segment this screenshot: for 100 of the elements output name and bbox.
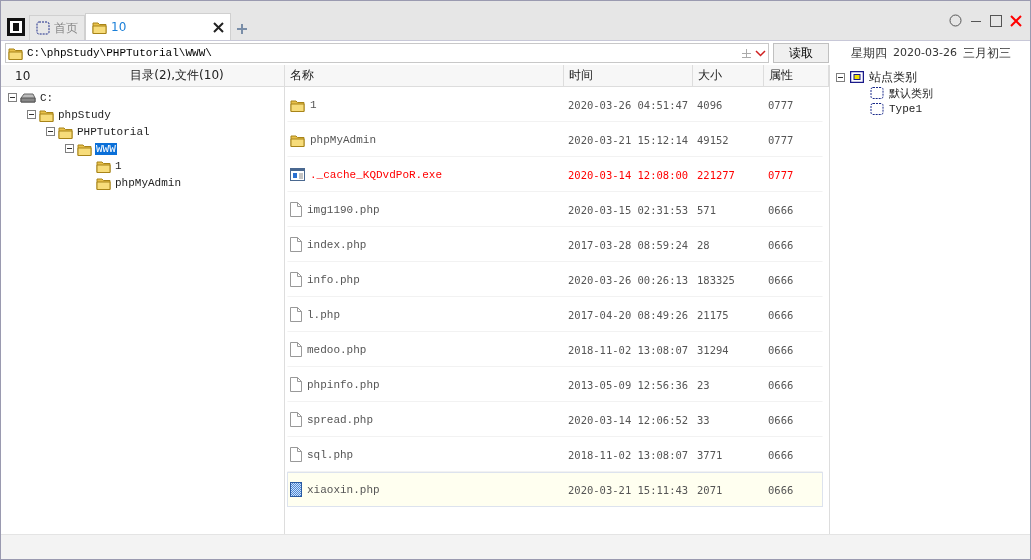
file-size: 3771 bbox=[697, 448, 723, 461]
folder-icon bbox=[39, 107, 54, 122]
tree-item[interactable]: PHPTutorial bbox=[76, 125, 151, 138]
file-size: 221277 bbox=[697, 168, 735, 181]
column-header[interactable]: 名称 bbox=[285, 65, 564, 86]
category-icon bbox=[850, 71, 864, 83]
file-size: 2071 bbox=[697, 483, 723, 496]
column-header[interactable]: 属性 bbox=[764, 65, 829, 86]
document-icon bbox=[290, 377, 302, 392]
dropdown-icon[interactable] bbox=[755, 48, 766, 58]
file-size: 183325 bbox=[697, 273, 735, 286]
document-icon bbox=[290, 447, 302, 462]
document-icon bbox=[290, 202, 302, 217]
collapse-icon[interactable] bbox=[65, 144, 74, 153]
hatched-file-icon bbox=[290, 482, 302, 497]
close-icon[interactable] bbox=[213, 21, 224, 33]
tree-item[interactable]: 默认类别 bbox=[889, 85, 933, 101]
file-row[interactable]: img1190.php 2020-03-15 02:31:53 571 0666 bbox=[287, 192, 823, 227]
read-button[interactable]: 读取 bbox=[773, 43, 829, 63]
file-attributes: 0777 bbox=[768, 98, 794, 111]
column-header[interactable]: 大小 bbox=[693, 65, 764, 86]
file-size: 33 bbox=[697, 413, 710, 426]
selected-row[interactable]: xiaoxin.php 2020-03-21 15:11:43 2071 0666 bbox=[287, 472, 823, 507]
file-row[interactable]: 1 2020-03-26 04:51:47 4096 0777 bbox=[287, 87, 823, 122]
file-row[interactable]: index.php 2017-03-28 08:59:24 28 0666 bbox=[287, 227, 823, 262]
circle-icon[interactable] bbox=[949, 14, 962, 27]
file-time: 2017-03-28 08:59:24 bbox=[568, 238, 689, 251]
file-row[interactable]: spread.php 2020-03-14 12:06:52 33 0666 bbox=[287, 402, 823, 437]
file-time: 2017-04-20 08:49:26 bbox=[568, 308, 689, 321]
collapse-icon[interactable] bbox=[27, 110, 36, 119]
file-size: 49152 bbox=[697, 133, 729, 146]
file-time: 2013-05-09 12:56:36 bbox=[568, 378, 689, 391]
file-name: info.php bbox=[307, 273, 360, 286]
lunar-date-text: 三月初三 bbox=[962, 44, 1011, 62]
file-row[interactable]: phpMyAdmin 2020-03-21 15:12:14 49152 0777 bbox=[287, 122, 823, 157]
folder-icon bbox=[77, 141, 92, 156]
folder-icon bbox=[96, 175, 111, 190]
file-attributes: 0666 bbox=[768, 203, 794, 216]
file-time: 2020-03-26 04:51:47 bbox=[568, 98, 689, 111]
tree-item[interactable]: WWW bbox=[95, 142, 117, 155]
app-logo bbox=[7, 18, 25, 36]
file-attributes: 0666 bbox=[768, 448, 794, 461]
file-attributes: 0666 bbox=[768, 483, 794, 496]
tree-item[interactable]: 1 bbox=[114, 159, 123, 172]
file-time: 2020-03-14 12:08:00 bbox=[568, 168, 689, 181]
file-name: phpinfo.php bbox=[307, 378, 380, 391]
file-time: 2020-03-14 12:06:52 bbox=[568, 413, 689, 426]
file-name: img1190.php bbox=[307, 203, 380, 216]
file-name: l.php bbox=[307, 308, 340, 321]
document-icon bbox=[290, 307, 302, 322]
window-icon bbox=[290, 168, 305, 181]
file-size: 23 bbox=[697, 378, 710, 391]
file-name: medoo.php bbox=[307, 343, 367, 356]
address-bar[interactable]: C:\phpStudy\PHPTutorial\WWW\ bbox=[5, 43, 769, 63]
date-text: 2020-03-26 bbox=[893, 44, 957, 61]
file-name: phpMyAdmin bbox=[310, 133, 376, 146]
file-attributes: 0666 bbox=[768, 378, 794, 391]
tab[interactable]: 10 bbox=[85, 13, 231, 40]
file-time: 2018-11-02 13:08:07 bbox=[568, 343, 689, 356]
tree-item[interactable]: C: bbox=[39, 91, 55, 104]
file-attributes: 0666 bbox=[768, 413, 794, 426]
file-row[interactable]: medoo.php 2018-11-02 13:08:07 31294 0666 bbox=[287, 332, 823, 367]
tree-item[interactable]: Type1 bbox=[889, 103, 922, 115]
collapse-icon[interactable] bbox=[8, 93, 17, 102]
file-attributes: 0666 bbox=[768, 273, 794, 286]
maximize-icon[interactable] bbox=[990, 14, 1002, 27]
file-attributes: 0777 bbox=[768, 168, 794, 181]
file-row[interactable]: ._cache_KQDvdPoR.exe 2020-03-14 12:08:00 221277 0777 bbox=[287, 157, 823, 192]
collapse-icon[interactable] bbox=[836, 72, 845, 82]
file-size: 28 bbox=[697, 238, 710, 251]
file-name: sql.php bbox=[307, 448, 354, 461]
file-name: ._cache_KQDvdPoR.exe bbox=[310, 168, 443, 181]
document-icon bbox=[290, 237, 302, 252]
file-time: 2020-03-15 02:31:53 bbox=[568, 203, 689, 216]
folder-icon bbox=[92, 20, 107, 34]
column-header[interactable]: 时间 bbox=[564, 65, 693, 86]
folder-icon bbox=[290, 132, 305, 147]
summary-text: 目录(2),文件(10) bbox=[130, 67, 224, 84]
document-icon bbox=[290, 412, 302, 427]
folder-icon bbox=[290, 97, 305, 112]
file-size: 31294 bbox=[697, 343, 729, 356]
file-name: 1 bbox=[310, 98, 317, 111]
tree-item[interactable]: phpMyAdmin bbox=[114, 176, 182, 189]
file-row[interactable]: phpinfo.php 2013-05-09 12:56:36 23 0666 bbox=[287, 367, 823, 402]
tree-item[interactable]: 站点类别 bbox=[869, 68, 917, 86]
category-icon bbox=[870, 103, 884, 115]
address-field[interactable]: C:\phpStudy\PHPTutorial\WWW\ bbox=[27, 47, 738, 59]
file-row[interactable]: l.php 2017-04-20 08:49:26 21175 0666 bbox=[287, 297, 823, 332]
collapse-icon[interactable] bbox=[46, 127, 55, 136]
file-time: 2020-03-21 15:11:43 bbox=[568, 483, 689, 496]
file-row[interactable]: info.php 2020-03-26 00:26:13 183325 0666 bbox=[287, 262, 823, 297]
file-size: 21175 bbox=[697, 308, 729, 321]
file-name: spread.php bbox=[307, 413, 373, 426]
weekday-text: 星期四 bbox=[851, 44, 887, 62]
file-name: index.php bbox=[307, 238, 367, 251]
file-size: 571 bbox=[697, 203, 716, 216]
file-time: 2018-11-02 13:08:07 bbox=[568, 448, 689, 461]
tree-item[interactable]: phpStudy bbox=[57, 108, 112, 121]
file-attributes: 0777 bbox=[768, 133, 794, 146]
add-tab-icon[interactable] bbox=[237, 24, 247, 34]
